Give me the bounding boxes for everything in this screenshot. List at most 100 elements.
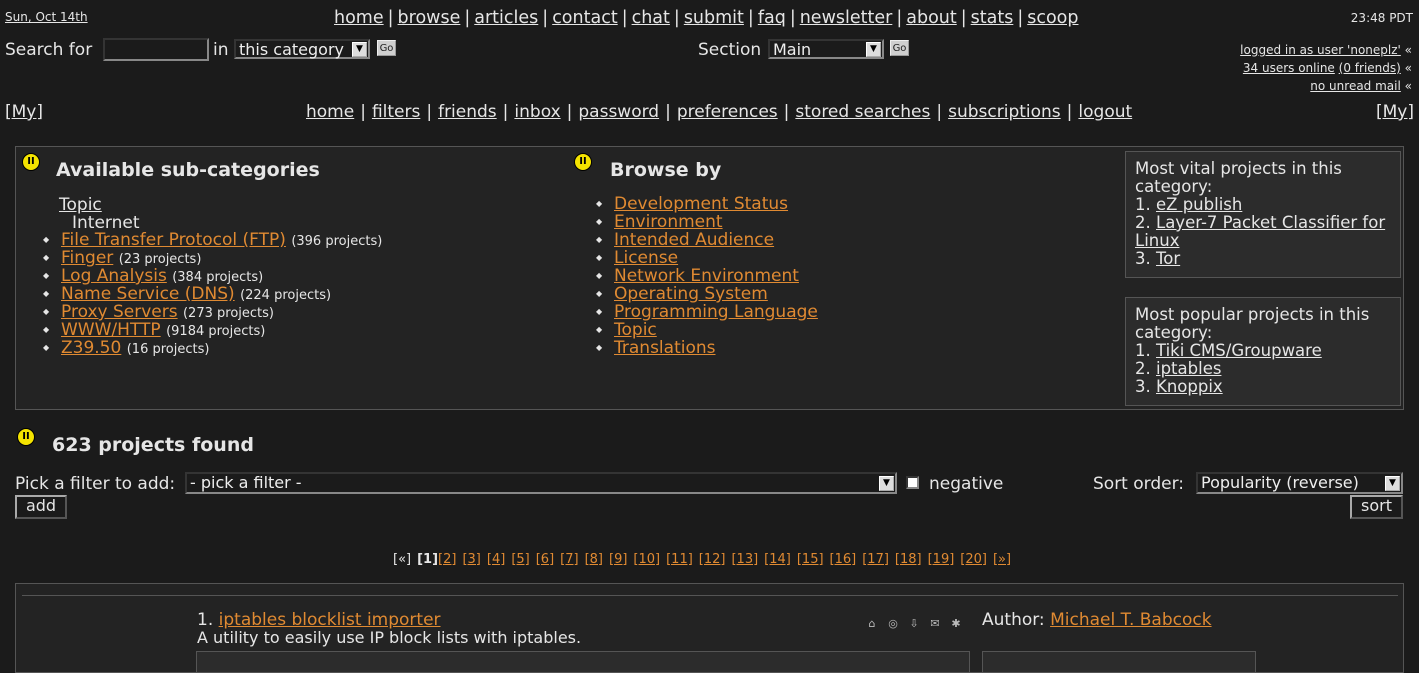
download-icon[interactable]: ⇩ [907, 617, 921, 631]
main-nav: home | browse | articles | contact | chat | submit… [334, 8, 1079, 28]
nav-link-chat[interactable]: chat [632, 8, 670, 28]
user-nav-stored-searches[interactable]: stored searches [795, 102, 930, 122]
collapse-toggle-icon[interactable]: II [17, 428, 35, 446]
home-icon[interactable]: ⌂ [865, 617, 879, 631]
pager-link[interactable]: [11] [666, 552, 693, 567]
nav-link-browse[interactable]: browse [398, 8, 461, 28]
browse-link[interactable]: Environment [614, 212, 723, 232]
browse-link[interactable]: License [614, 248, 678, 268]
user-nav-filters[interactable]: filters [372, 102, 420, 122]
sort-button[interactable]: sort [1350, 495, 1403, 519]
users-online-link[interactable]: 34 users online [1243, 61, 1335, 75]
project-link[interactable]: Tor [1156, 249, 1180, 268]
project-link[interactable]: Layer-7 Packet Classifier for Linux [1135, 213, 1385, 250]
pager-link[interactable]: [16] [830, 552, 857, 567]
my-left-link[interactable]: [My] [5, 102, 43, 122]
topic-link[interactable]: Topic [59, 195, 102, 215]
my-right-link[interactable]: [My] [1376, 102, 1414, 122]
subcat-link[interactable]: Finger [61, 248, 113, 268]
add-filter-button[interactable]: add [15, 495, 67, 519]
subcat-link[interactable]: File Transfer Protocol (FTP) [61, 230, 286, 250]
pager-link[interactable]: [12] [699, 552, 726, 567]
pager-link[interactable]: [10] [633, 552, 660, 567]
pager-link[interactable]: [7] [560, 552, 578, 567]
pager-link[interactable]: [5] [511, 552, 529, 567]
mail-link[interactable]: no unread mail [1310, 79, 1401, 93]
nav-link-newsletter[interactable]: newsletter [800, 8, 893, 28]
collapse-toggle-icon[interactable]: II [574, 153, 592, 171]
pager-link[interactable]: [17] [862, 552, 889, 567]
chevron-left-icon: « [1404, 43, 1412, 57]
project-title-link[interactable]: iptables blocklist importer [219, 610, 441, 630]
project-link[interactable]: Knoppix [1156, 377, 1223, 396]
nav-link-faq[interactable]: faq [758, 8, 786, 28]
subcat-link[interactable]: WWW/HTTP [61, 320, 161, 340]
user-nav-logout[interactable]: logout [1078, 102, 1132, 122]
section-go-button[interactable]: Go [890, 40, 909, 56]
user-nav-password[interactable]: password [578, 102, 659, 122]
gear-icon[interactable]: ✱ [949, 617, 963, 631]
rank-number: 3. [1135, 249, 1151, 268]
nav-link-scoop[interactable]: scoop [1027, 8, 1078, 28]
nav-link-contact[interactable]: contact [552, 8, 618, 28]
nav-link-articles[interactable]: articles [474, 8, 538, 28]
nav-link-submit[interactable]: submit [684, 8, 744, 28]
pager-link[interactable]: [6] [536, 552, 554, 567]
pager-current: [1] [417, 552, 439, 567]
pager-link[interactable]: [3] [462, 552, 480, 567]
browse-link[interactable]: Development Status [614, 194, 788, 214]
sort-select[interactable]: Popularity (reverse) ▼ [1196, 472, 1403, 494]
user-nav-subscriptions[interactable]: subscriptions [948, 102, 1061, 122]
nav-link-stats[interactable]: stats [971, 8, 1014, 28]
globe-icon[interactable]: ◎ [886, 617, 900, 631]
subcat-link[interactable]: Name Service (DNS) [61, 284, 235, 304]
list-item: Proxy Servers (273 projects) [43, 303, 382, 321]
subcat-link[interactable]: Proxy Servers [61, 302, 178, 322]
browse-link[interactable]: Programming Language [614, 302, 818, 322]
collapse-toggle-icon[interactable]: II [22, 153, 40, 171]
pager-link[interactable]: [2] [438, 552, 456, 567]
project-link[interactable]: Tiki CMS/Groupware [1156, 341, 1322, 360]
user-nav-inbox[interactable]: inbox [514, 102, 560, 122]
chevron-down-icon: ▼ [1385, 476, 1400, 491]
pager-link[interactable]: [15] [797, 552, 824, 567]
author-link[interactable]: Michael T. Babcock [1050, 610, 1212, 630]
section-select[interactable]: Main ▼ [768, 39, 884, 59]
logged-in-link[interactable]: logged in as user 'noneplz' [1240, 43, 1401, 57]
pager-link[interactable]: [8] [585, 552, 603, 567]
pager-link[interactable]: [19] [928, 552, 955, 567]
vital-heading: Most vital projects in this category: [1135, 159, 1342, 196]
nav-link-home[interactable]: home [334, 8, 384, 28]
browse-link[interactable]: Operating System [614, 284, 768, 304]
list-item: 1. eZ publish [1135, 196, 1391, 214]
nav-link-about[interactable]: about [906, 8, 957, 28]
friends-link[interactable]: (0 friends) [1339, 61, 1401, 75]
filter-select[interactable]: - pick a filter - ▼ [185, 472, 897, 494]
project-link[interactable]: iptables [1156, 359, 1221, 378]
pager-link[interactable]: [9] [609, 552, 627, 567]
pager-link[interactable]: [4] [487, 552, 505, 567]
mail-icon[interactable]: ✉ [928, 617, 942, 631]
date-label[interactable]: Sun, Oct 14th [5, 10, 88, 24]
browse-link[interactable]: Translations [614, 338, 716, 358]
list-item: 3. Tor [1135, 250, 1391, 268]
user-nav-friends[interactable]: friends [438, 102, 497, 122]
browse-link[interactable]: Network Environment [614, 266, 799, 286]
browse-link[interactable]: Topic [614, 320, 657, 340]
user-nav-preferences[interactable]: preferences [677, 102, 778, 122]
scope-select[interactable]: this category ▼ [234, 39, 370, 59]
pager-link[interactable]: [18] [895, 552, 922, 567]
project-link[interactable]: eZ publish [1156, 195, 1242, 214]
nav-separator: | [1066, 102, 1073, 122]
pager-link[interactable]: [»] [993, 552, 1011, 567]
subcat-link[interactable]: Z39.50 [61, 338, 121, 358]
pager-link[interactable]: [13] [731, 552, 758, 567]
search-input[interactable] [103, 38, 209, 61]
negative-checkbox[interactable] [906, 476, 919, 489]
browse-link[interactable]: Intended Audience [614, 230, 774, 250]
user-nav-home[interactable]: home [306, 102, 354, 122]
pager-link[interactable]: [20] [960, 552, 987, 567]
pager-link[interactable]: [14] [764, 552, 791, 567]
search-go-button[interactable]: Go [377, 40, 396, 56]
subcat-link[interactable]: Log Analysis [61, 266, 167, 286]
